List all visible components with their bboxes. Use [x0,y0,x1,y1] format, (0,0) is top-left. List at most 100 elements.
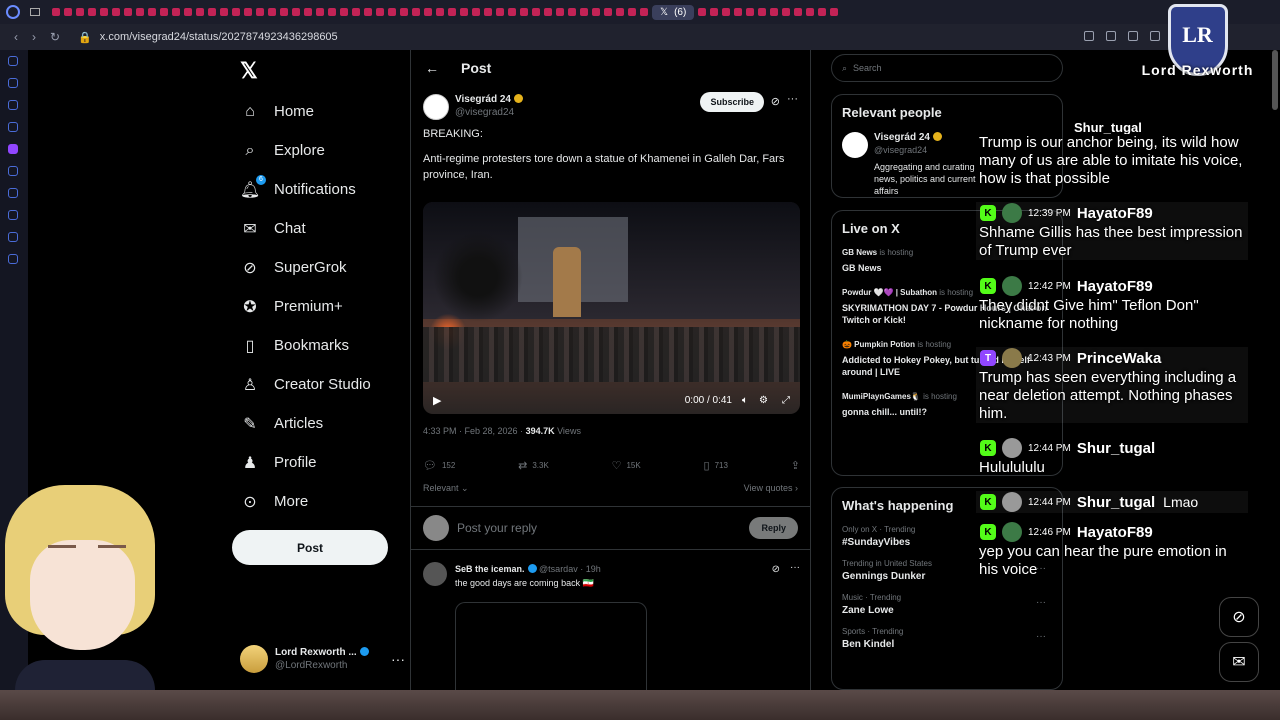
tab-icon[interactable] [806,8,815,16]
tab-icon[interactable] [508,8,516,16]
tab-icon[interactable] [592,8,600,16]
more-options-icon[interactable]: ··· [790,562,800,573]
sidebar-app-icon[interactable] [8,232,18,242]
search-box[interactable]: ⌕ [831,54,1063,82]
tab-icon[interactable] [256,8,264,16]
tab-icon[interactable] [376,8,384,16]
x-logo-icon[interactable]: 𝕏 [240,58,258,84]
tab-icon[interactable] [520,8,528,16]
x-sidebar-icon[interactable] [8,166,18,176]
tab-icon[interactable] [698,8,707,16]
reply-media[interactable] [455,602,647,692]
sidebar-app-icon[interactable] [8,188,18,198]
sidebar-app-icon[interactable] [8,78,18,88]
trend-item[interactable]: Music · Trending Zane Lowe ··· [842,593,1052,616]
browser-logo-icon[interactable] [6,5,20,19]
tab-icon[interactable] [112,8,120,16]
subscribe-button[interactable]: Subscribe [700,92,764,112]
tab-icon[interactable] [448,8,456,16]
tab-icon[interactable] [340,8,348,16]
share-action[interactable]: ⇪ [791,459,800,472]
screenshot-icon[interactable] [1106,31,1116,41]
sidebar-app-icon[interactable] [8,210,18,220]
tab-icon[interactable] [818,8,827,16]
author-name[interactable]: Visegrád 24 [455,94,523,105]
reply-input[interactable]: Post your reply [457,521,749,535]
grok-icon[interactable]: ⊘ [772,564,780,575]
lock-icon[interactable]: 🔒 [78,31,92,44]
tab-icon[interactable] [472,8,480,16]
tab-icon[interactable] [88,8,96,16]
tab-icon[interactable] [304,8,312,16]
tab-icon[interactable] [412,8,420,16]
tab-icon[interactable] [160,8,168,16]
tab-icon[interactable] [710,8,719,16]
trend-item[interactable]: Sports · Trending Ben Kindel ··· [842,627,1052,650]
reply-author[interactable]: SeB the iceman. @tsardav · 19h [455,564,601,574]
nav-item-supergrok[interactable]: ⊘ SuperGrok [240,248,371,287]
tab-icon[interactable] [424,8,432,16]
reply-button[interactable]: Reply [749,517,798,539]
fullscreen-icon[interactable]: ⤢ [782,395,790,406]
tab-icon[interactable] [746,8,755,16]
scrollbar[interactable] [1272,50,1278,110]
tab-icon[interactable] [604,8,612,16]
tab-icon[interactable] [794,8,803,16]
tab-icon[interactable] [136,8,144,16]
view-quotes-link[interactable]: View quotes › [744,483,798,493]
messages-float-button[interactable]: ✉ [1219,642,1259,682]
nav-item-bookmarks[interactable]: ▯ Bookmarks [240,326,371,365]
search-input[interactable] [853,63,1034,73]
tab-icon[interactable] [64,8,72,16]
like-action[interactable]: ♡ 15K [612,459,641,472]
tab-icon[interactable] [364,8,372,16]
tab-active[interactable]: 𝕏 (6) [652,4,695,20]
nav-item-profile[interactable]: ♟ Profile [240,443,371,482]
tab-icon[interactable] [734,8,743,16]
tab-icon[interactable] [782,8,791,16]
tab-icon[interactable] [232,8,240,16]
tab-icon[interactable] [52,8,60,16]
tab-icon[interactable] [460,8,468,16]
url-text[interactable]: x.com/visegrad24/status/2027874923436298… [100,31,338,43]
tab-icon[interactable] [220,8,228,16]
tab-icon[interactable] [544,8,552,16]
twitch-icon[interactable] [8,144,18,154]
nav-item-chat[interactable]: ✉ Chat [240,209,371,248]
tab-icon[interactable] [400,8,408,16]
volume-icon[interactable]: 🔈︎ [742,395,748,406]
shield-ext-icon[interactable] [1128,31,1138,41]
tab-icon[interactable] [388,8,396,16]
grok-float-button[interactable]: ⊘ [1219,597,1259,637]
tab-icon[interactable] [722,8,731,16]
back-icon[interactable]: ‹ [14,30,18,44]
nav-item-home[interactable]: ⌂ Home [240,92,371,131]
tab-overview-icon[interactable] [30,8,40,16]
account-switcher[interactable]: Lord Rexworth ... @LordRexworth ··· [240,643,405,675]
settings-icon[interactable] [8,254,18,264]
more-options-icon[interactable]: ··· [787,93,798,105]
avatar[interactable] [423,562,447,586]
post-timestamp[interactable]: 4:33 PM · Feb 28, 2026 · [423,426,526,436]
reply-action[interactable]: 💬︎ 152 [423,459,455,472]
tab-icon[interactable] [76,8,84,16]
author-handle[interactable]: @visegrad24 [455,107,523,118]
tab-icon[interactable] [628,8,636,16]
video-player[interactable]: ▶ 0:00 / 0:41 🔈︎ ⚙ ⤢ [423,202,800,414]
sort-dropdown[interactable]: Relevant ⌄ [423,483,469,494]
sidebar-app-icon[interactable] [8,100,18,110]
more-options-icon[interactable]: ··· [1036,597,1046,608]
nav-item-premium[interactable]: ✪ Premium+ [240,287,371,326]
tab-icon[interactable] [208,8,216,16]
tab-icon[interactable] [244,8,252,16]
tab-icon[interactable] [436,8,444,16]
post-button[interactable]: Post [232,530,388,565]
grok-icon[interactable]: ⊘ [771,95,780,108]
tab-icon[interactable] [148,8,156,16]
forward-icon[interactable]: › [32,30,36,44]
tab-icon[interactable] [268,8,276,16]
gear-icon[interactable]: ⚙ [759,395,768,406]
tab-icon[interactable] [172,8,180,16]
tab-icon[interactable] [184,8,192,16]
tab-icon[interactable] [556,8,564,16]
